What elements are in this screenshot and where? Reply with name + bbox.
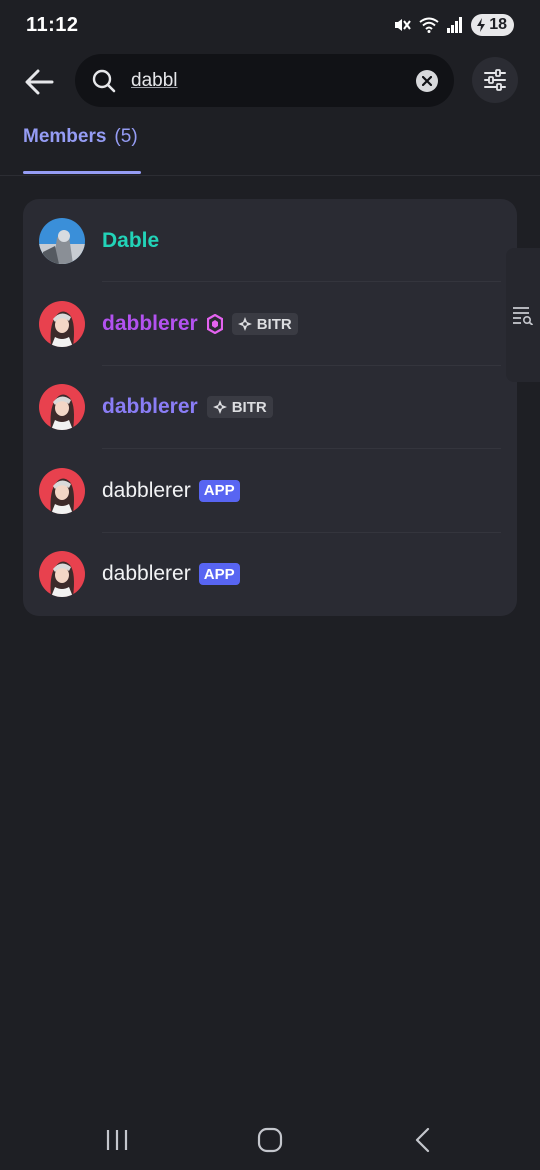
server-tag-icon bbox=[237, 317, 252, 332]
search-input[interactable] bbox=[131, 69, 416, 92]
server-tag-label: BITR bbox=[231, 398, 267, 416]
nav-back-button[interactable] bbox=[393, 1115, 453, 1165]
avatar bbox=[39, 384, 85, 431]
back-button[interactable] bbox=[20, 63, 58, 101]
results-tabs: Members (5) bbox=[0, 126, 540, 176]
tab-members-count: (5) bbox=[114, 126, 138, 147]
app-tag: APP bbox=[198, 479, 240, 502]
member-name: dabblerer bbox=[102, 562, 191, 586]
member-row[interactable]: dabblerer BITR bbox=[23, 366, 517, 450]
battery-level: 18 bbox=[489, 16, 507, 33]
search-icon bbox=[91, 68, 117, 94]
server-tag-badge: BITR bbox=[231, 313, 298, 336]
status-bar: 11:12 18 bbox=[0, 0, 540, 50]
member-row[interactable]: dabblerer APP bbox=[23, 533, 517, 616]
home-icon bbox=[257, 1127, 283, 1153]
member-name: dabblerer bbox=[102, 312, 198, 336]
member-results-list: Dable dabblerer BITR dabblerer BITR dabb… bbox=[23, 199, 517, 616]
avatar bbox=[39, 301, 85, 348]
server-tag-label: BITR bbox=[256, 315, 292, 333]
clear-icon bbox=[422, 75, 432, 86]
member-list-search-icon bbox=[513, 307, 534, 325]
avatar bbox=[39, 467, 85, 514]
status-icons: 18 bbox=[393, 14, 514, 36]
tab-members-label: Members bbox=[23, 126, 107, 147]
back-arrow-icon bbox=[25, 69, 54, 95]
filter-sliders-icon bbox=[484, 69, 506, 91]
nitro-boost-icon bbox=[206, 314, 223, 335]
charging-icon bbox=[477, 18, 486, 32]
status-time: 11:12 bbox=[26, 13, 79, 36]
avatar bbox=[39, 217, 85, 264]
home-button[interactable] bbox=[240, 1115, 300, 1165]
member-row[interactable]: dabblerer APP bbox=[23, 449, 517, 533]
battery-indicator: 18 bbox=[471, 14, 514, 36]
signal-icon bbox=[447, 17, 463, 33]
member-list-drawer-handle[interactable] bbox=[506, 248, 540, 382]
filter-button[interactable] bbox=[472, 57, 518, 103]
member-row[interactable]: Dable bbox=[23, 199, 517, 283]
tab-active-indicator bbox=[23, 171, 141, 174]
member-row[interactable]: dabblerer BITR bbox=[23, 282, 517, 366]
wifi-icon bbox=[419, 17, 439, 33]
tab-members[interactable]: Members (5) bbox=[23, 126, 138, 175]
search-box[interactable] bbox=[75, 54, 454, 107]
server-tag-badge: BITR bbox=[206, 396, 273, 419]
search-header bbox=[0, 54, 540, 108]
nav-back-icon bbox=[416, 1127, 430, 1153]
mute-icon bbox=[393, 16, 412, 34]
system-nav-bar bbox=[0, 1110, 540, 1170]
clear-search-button[interactable] bbox=[416, 69, 438, 92]
member-name: dabblerer bbox=[102, 478, 191, 502]
server-tag-icon bbox=[212, 400, 227, 415]
avatar bbox=[39, 551, 85, 598]
member-name: dabblerer bbox=[102, 395, 198, 419]
recent-apps-icon bbox=[106, 1130, 127, 1150]
app-tag: APP bbox=[198, 563, 240, 586]
recent-apps-button[interactable] bbox=[87, 1115, 147, 1165]
member-name: Dable bbox=[102, 228, 160, 252]
